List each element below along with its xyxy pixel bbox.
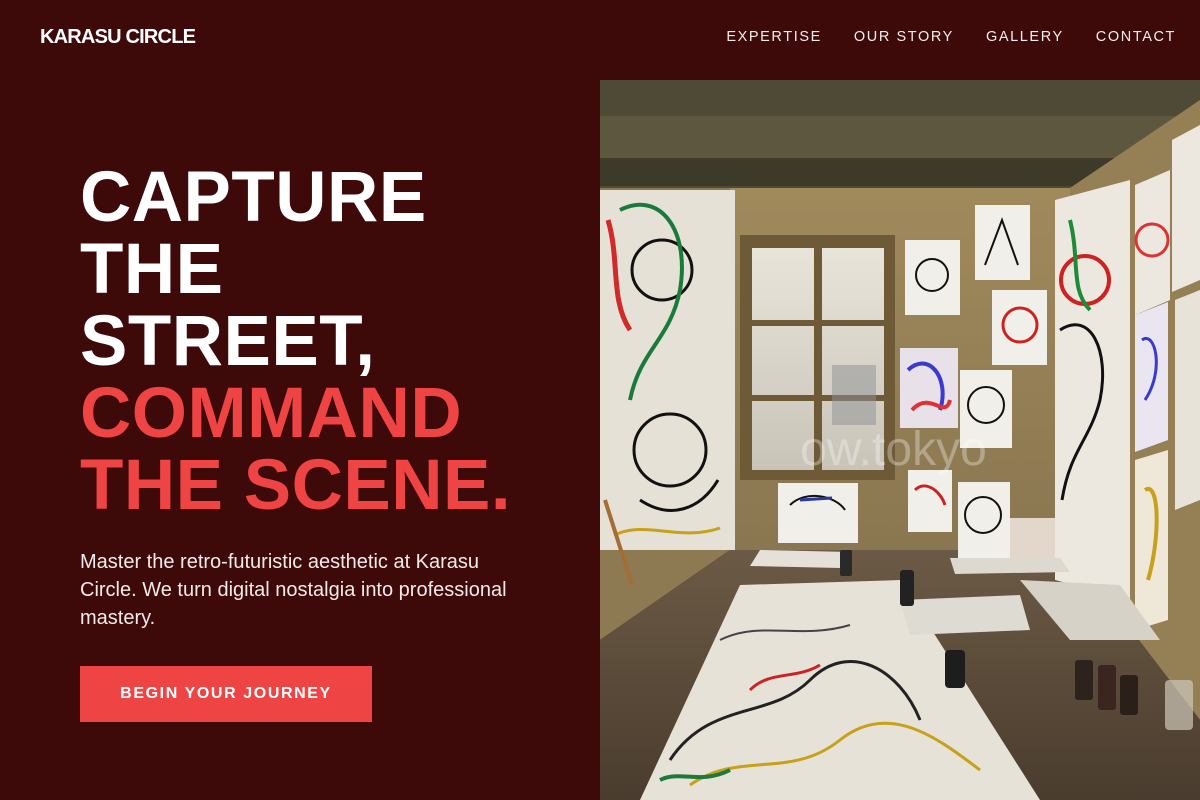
headline-line-5-accent: THE SCENE. [80,446,512,525]
nav-link-expertise[interactable]: EXPERTISE [726,29,822,45]
begin-journey-button[interactable]: BEGIN YOUR JOURNEY [80,666,372,722]
image-watermark: ow.tokyo [800,423,987,476]
site-header: KARASU CIRCLE EXPERTISE OUR STORY GALLER… [0,0,1200,80]
nav-link-contact[interactable]: CONTACT [1096,29,1176,45]
nav-link-our-story[interactable]: OUR STORY [854,29,954,45]
studio-photo-illustration: ow.tokyo [600,80,1200,800]
nav-link-gallery[interactable]: GALLERY [986,29,1064,45]
hero-headline: CAPTURE THE STREET, COMMAND THE SCENE. [80,162,580,522]
landing-page: KARASU CIRCLE EXPERTISE OUR STORY GALLER… [0,0,1200,800]
brand-logo[interactable]: KARASU CIRCLE [40,26,196,49]
headline-line-1: CAPTURE [80,158,427,237]
hero-content: CAPTURE THE STREET, COMMAND THE SCENE. M… [80,162,580,722]
headline-line-4-accent: COMMAND [80,374,463,453]
headline-line-2: THE [80,230,224,309]
headline-line-3: STREET, [80,302,376,381]
hero-subtitle: Master the retro-futuristic aesthetic at… [80,551,507,629]
main-nav: EXPERTISE OUR STORY GALLERY CONTACT [726,29,1176,45]
hero-image: ow.tokyo [600,80,1200,800]
